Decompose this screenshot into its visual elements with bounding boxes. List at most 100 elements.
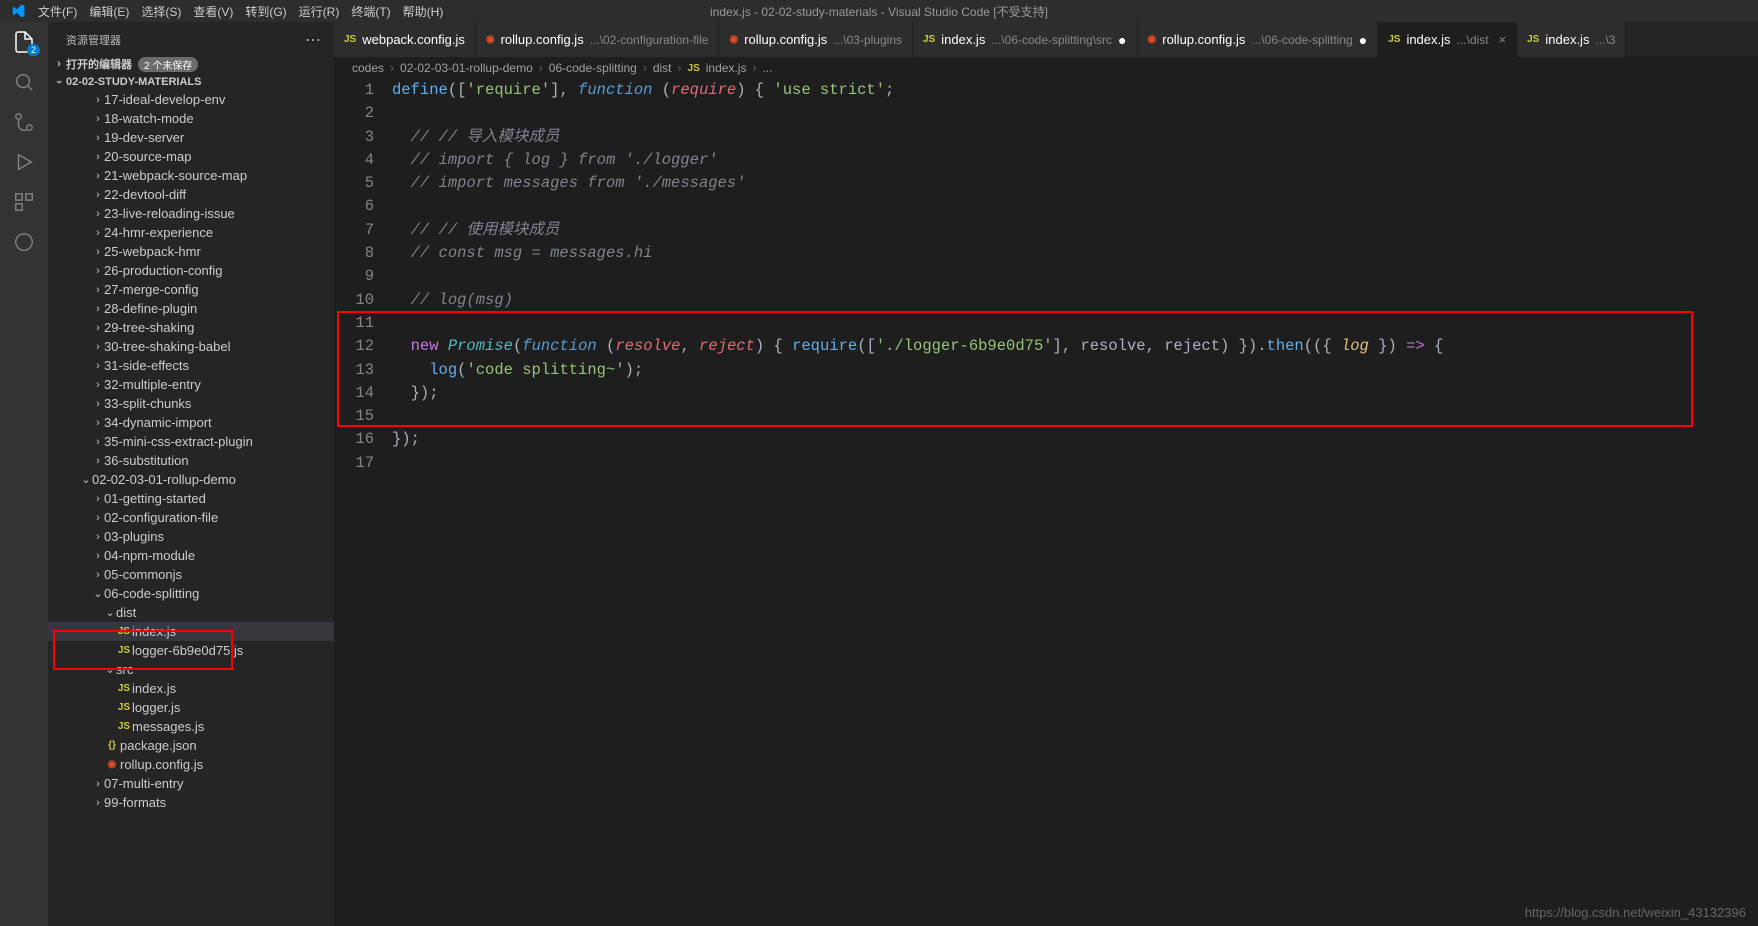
editor-tab[interactable]: ◉rollup.config.js...\06-code-splitting● (1138, 22, 1379, 57)
chevron-right-icon: › (92, 436, 104, 448)
editor-tab[interactable]: ◉rollup.config.js...\02-configuration-fi… (476, 22, 720, 57)
folder-item[interactable]: ›35-mini-css-extract-plugin (48, 432, 334, 451)
tree-item-label: 19-dev-server (104, 130, 184, 145)
code-line[interactable]: // import { log } from './logger' (392, 149, 1758, 172)
code-line[interactable]: // log(msg) (392, 289, 1758, 312)
code-line[interactable] (392, 452, 1758, 475)
file-item[interactable]: JSindex.js (48, 622, 334, 641)
file-item[interactable]: {}package.json (48, 736, 334, 755)
workspace-root-section[interactable]: › 02-02-STUDY-MATERIALS (48, 74, 334, 90)
code-line[interactable] (392, 405, 1758, 428)
menu-item[interactable]: 编辑(E) (83, 3, 135, 21)
more-icon[interactable]: ⋯ (305, 30, 322, 50)
breadcrumb-item[interactable]: 06-code-splitting (549, 61, 637, 75)
folder-item[interactable]: ›24-hmr-experience (48, 223, 334, 242)
breadcrumbs[interactable]: codes›02-02-03-01-rollup-demo›06-code-sp… (334, 57, 1758, 79)
folder-item[interactable]: ›25-webpack-hmr (48, 242, 334, 261)
folder-item[interactable]: ›03-plugins (48, 527, 334, 546)
code-line[interactable]: // import messages from './messages' (392, 172, 1758, 195)
folder-item[interactable]: ›32-multiple-entry (48, 375, 334, 394)
folder-item[interactable]: ›30-tree-shaking-babel (48, 337, 334, 356)
json-icon: {} (104, 740, 120, 751)
code-line[interactable] (392, 312, 1758, 335)
folder-item[interactable]: ›22-devtool-diff (48, 185, 334, 204)
folder-item[interactable]: ›05-commonjs (48, 565, 334, 584)
tab-label: index.js (941, 32, 985, 47)
code-content[interactable]: define(['require'], function (require) {… (392, 79, 1758, 926)
code-line[interactable]: }); (392, 428, 1758, 451)
folder-item[interactable]: ›28-define-plugin (48, 299, 334, 318)
code-line[interactable]: }); (392, 382, 1758, 405)
folder-item[interactable]: ›19-dev-server (48, 128, 334, 147)
folder-item[interactable]: ›26-production-config (48, 261, 334, 280)
code-line[interactable] (392, 102, 1758, 125)
menu-item[interactable]: 文件(F) (32, 3, 83, 21)
file-item[interactable]: JSlogger.js (48, 698, 334, 717)
folder-item[interactable]: ›99-formats (48, 793, 334, 812)
search-icon[interactable] (12, 70, 36, 94)
code-line[interactable]: log('code splitting~'); (392, 359, 1758, 382)
code-line[interactable]: new Promise(function (resolve, reject) {… (392, 335, 1758, 358)
tree-item-label: 29-tree-shaking (104, 320, 194, 335)
editor-tab[interactable]: ◉rollup.config.js...\03-plugins (719, 22, 913, 57)
open-editors-section[interactable]: › 打开的编辑器 2 个未保存 (48, 54, 334, 74)
folder-item[interactable]: ›02-configuration-file (48, 508, 334, 527)
code-line[interactable]: // // 导入模块成员 (392, 126, 1758, 149)
js-icon: JS (116, 626, 132, 637)
menu-item[interactable]: 转到(G) (239, 3, 292, 21)
close-icon[interactable]: × (1499, 32, 1507, 47)
folder-item[interactable]: ›29-tree-shaking (48, 318, 334, 337)
code-line[interactable] (392, 265, 1758, 288)
file-item[interactable]: JSlogger-6b9e0d75.js (48, 641, 334, 660)
explorer-icon[interactable]: 2 (12, 30, 36, 54)
breadcrumb-item[interactable]: 02-02-03-01-rollup-demo (400, 61, 533, 75)
remote-icon[interactable] (12, 230, 36, 254)
code-area[interactable]: 1234567891011121314151617 define(['requi… (334, 79, 1758, 926)
editor-tab[interactable]: JSindex.js...\3 (1517, 22, 1626, 57)
menu-item[interactable]: 运行(R) (293, 3, 346, 21)
menu-item[interactable]: 查看(V) (187, 3, 239, 21)
folder-item[interactable]: ⌄src (48, 660, 334, 679)
code-line[interactable]: // const msg = messages.hi (392, 242, 1758, 265)
line-number: 12 (334, 335, 374, 358)
folder-item[interactable]: ›20-source-map (48, 147, 334, 166)
folder-item[interactable]: ›23-live-reloading-issue (48, 204, 334, 223)
menu-item[interactable]: 帮助(H) (397, 3, 450, 21)
tree-item-label: 99-formats (104, 795, 166, 810)
folder-item[interactable]: ›21-webpack-source-map (48, 166, 334, 185)
folder-item[interactable]: ›36-substitution (48, 451, 334, 470)
breadcrumb-item[interactable]: index.js (706, 61, 747, 75)
folder-item[interactable]: ›31-side-effects (48, 356, 334, 375)
folder-item[interactable]: ⌄02-02-03-01-rollup-demo (48, 470, 334, 489)
code-line[interactable] (392, 195, 1758, 218)
folder-item[interactable]: ›01-getting-started (48, 489, 334, 508)
watermark: https://blog.csdn.net/weixin_43132396 (1525, 905, 1746, 920)
menu-item[interactable]: 终端(T) (345, 3, 396, 21)
file-item[interactable]: JSindex.js (48, 679, 334, 698)
tree-item-label: 33-split-chunks (104, 396, 191, 411)
breadcrumb-item[interactable]: ... (762, 61, 772, 75)
folder-item[interactable]: ›07-multi-entry (48, 774, 334, 793)
file-item[interactable]: ◉rollup.config.js (48, 755, 334, 774)
tab-path: ...\dist (1457, 33, 1489, 47)
menu-item[interactable]: 选择(S) (135, 3, 187, 21)
source-control-icon[interactable] (12, 110, 36, 134)
folder-item[interactable]: ›17-ideal-develop-env (48, 90, 334, 109)
folder-item[interactable]: ›04-npm-module (48, 546, 334, 565)
debug-icon[interactable] (12, 150, 36, 174)
folder-item[interactable]: ›27-merge-config (48, 280, 334, 299)
folder-item[interactable]: ⌄dist (48, 603, 334, 622)
folder-item[interactable]: ›33-split-chunks (48, 394, 334, 413)
code-line[interactable]: // // 使用模块成员 (392, 219, 1758, 242)
editor-tab[interactable]: JSindex.js...\06-code-splitting\src● (913, 22, 1138, 57)
editor-tab[interactable]: JSwebpack.config.js (334, 22, 476, 57)
folder-item[interactable]: ›18-watch-mode (48, 109, 334, 128)
breadcrumb-item[interactable]: dist (653, 61, 672, 75)
code-line[interactable]: define(['require'], function (require) {… (392, 79, 1758, 102)
folder-item[interactable]: ›34-dynamic-import (48, 413, 334, 432)
file-item[interactable]: JSmessages.js (48, 717, 334, 736)
folder-item[interactable]: ⌄06-code-splitting (48, 584, 334, 603)
extensions-icon[interactable] (12, 190, 36, 214)
editor-tab[interactable]: JSindex.js...\dist× (1378, 22, 1517, 57)
breadcrumb-item[interactable]: codes (352, 61, 384, 75)
